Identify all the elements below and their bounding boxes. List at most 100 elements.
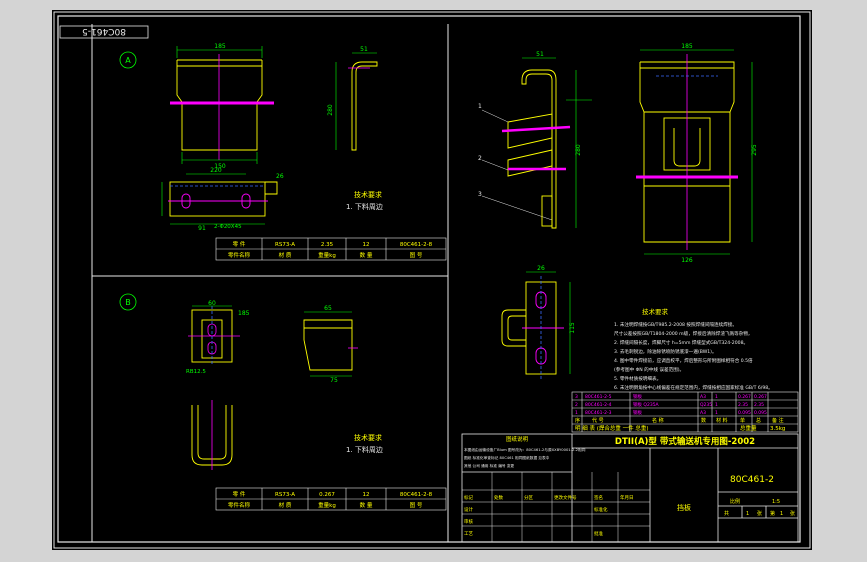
weight-line: 明 细 表 (焊合总重 一件 总重) xyxy=(575,424,649,432)
svg-text:2: 2 xyxy=(575,402,578,408)
view-b-req-title: 技术要求 xyxy=(354,433,382,442)
weight-value: 3.5kg xyxy=(770,426,785,432)
svg-text:1: 1 xyxy=(746,511,749,517)
drawing-number: 80C461-2 xyxy=(730,475,774,485)
svg-text:备 注: 备 注 xyxy=(772,417,784,424)
svg-text:12: 12 xyxy=(363,492,370,498)
svg-text:2.35: 2.35 xyxy=(754,402,764,408)
svg-text:单: 单 xyxy=(740,417,745,424)
svg-text:材 料: 材 料 xyxy=(716,417,728,424)
view-a-label: A xyxy=(125,56,131,65)
svg-text:Q235: Q235 xyxy=(700,402,712,408)
svg-text:0.095: 0.095 xyxy=(754,410,767,416)
part-name: 挡板 xyxy=(677,503,691,512)
drawing-canvas[interactable]: 80C461-5 A 185 150 51 280 220 91 2-Φ20X4… xyxy=(52,10,812,550)
svg-text:数 量: 数 量 xyxy=(360,501,373,509)
svg-text:5. 零件材质按明细表。: 5. 零件材质按明细表。 xyxy=(614,375,661,382)
svg-text:数 量: 数 量 xyxy=(360,251,373,259)
dim-b-top: 65 xyxy=(324,305,332,312)
svg-text:零件名称: 零件名称 xyxy=(228,501,251,509)
svg-text:张: 张 xyxy=(790,510,795,517)
svg-text:6. 未注明倒角按中心线偏差在规定范围内，焊缝按相应国家标准: 6. 未注明倒角按中心线偏差在规定范围内，焊缝按相应国家标准 GB/T 6/98… xyxy=(614,384,773,391)
svg-text:重量kg: 重量kg xyxy=(318,501,336,509)
svg-text:图 号: 图 号 xyxy=(410,501,423,509)
rotated-drawing-number: 80C461-5 xyxy=(59,25,149,39)
dim-a-height: 280 xyxy=(327,104,334,116)
leader-2: 2 xyxy=(478,155,482,162)
svg-text:钢板: 钢板 xyxy=(633,409,642,416)
svg-text:1: 1 xyxy=(715,394,718,400)
svg-text:零件名称: 零件名称 xyxy=(228,251,251,259)
svg-text:4. 图中零件焊接前，应调直校平，焊后整形与所附图样相符合: 4. 图中零件焊接前，应调直校平，焊后整形与所附图样相符合 0.5倍 xyxy=(614,357,753,364)
dim-a-plan: 91 xyxy=(198,225,206,232)
svg-text:共: 共 xyxy=(724,510,729,517)
dim-a-small: 26 xyxy=(276,173,284,180)
svg-text:总: 总 xyxy=(756,417,761,424)
svg-text:审核: 审核 xyxy=(464,518,473,525)
dim-right-width: 185 xyxy=(681,43,693,50)
svg-text:钢板 Q235A: 钢板 Q235A xyxy=(633,401,660,408)
dim-right-height: 280 xyxy=(575,144,582,156)
svg-text:代 号: 代 号 xyxy=(592,417,604,424)
drawing-title: DTII(A)型 带式输送机专用图-2002 xyxy=(615,436,755,447)
svg-text:图 号: 图 号 xyxy=(410,251,423,259)
svg-text:80C461-5: 80C461-5 xyxy=(82,26,126,36)
svg-text:序: 序 xyxy=(575,417,580,424)
svg-text:材 质: 材 质 xyxy=(279,251,292,259)
svg-text:更改文件号: 更改文件号 xyxy=(554,494,577,501)
technical-notes: 技术要求 1. 未注明焊缝按GB/T985.2-2008 按照焊缝间隔连续焊接。… xyxy=(614,307,773,391)
dim-right-bottom: 126 xyxy=(681,257,693,264)
svg-text:标记: 标记 xyxy=(464,494,473,501)
dim-top-width: 26 xyxy=(537,265,545,272)
cad-viewer: 80C461-5 A 185 150 51 280 220 91 2-Φ20X4… xyxy=(0,0,867,562)
svg-text:RS73-A: RS73-A xyxy=(275,492,295,498)
svg-text:标准化: 标准化 xyxy=(594,506,608,513)
dim-right-flange: 51 xyxy=(536,51,544,58)
svg-text:1: 1 xyxy=(715,402,718,408)
svg-text:RS73-A: RS73-A xyxy=(275,242,295,248)
leader-1: 1 xyxy=(478,103,482,110)
svg-text:1. 未注明焊缝按GB/T985.2-2008 按照焊缝间隔: 1. 未注明焊缝按GB/T985.2-2008 按照焊缝间隔连续焊接。 xyxy=(614,321,737,328)
svg-text:材 质: 材 质 xyxy=(279,501,292,509)
svg-text:名 称: 名 称 xyxy=(652,417,664,424)
svg-text:3. 去毛刺锐边，除油除锈喷防锈底漆一遍(BW1)。: 3. 去毛刺锐边，除油除锈喷防锈底漆一遍(BW1)。 xyxy=(614,348,717,355)
svg-text:0.267: 0.267 xyxy=(738,394,751,400)
svg-text:年月日: 年月日 xyxy=(620,494,634,501)
stamp-title: 图纸说明 xyxy=(506,435,529,443)
outer-border xyxy=(53,11,811,549)
svg-text:0.095: 0.095 xyxy=(738,410,751,416)
view-b-req-line: 1. 下料周边 xyxy=(346,445,383,454)
svg-text:批准: 批准 xyxy=(594,530,603,537)
svg-text:图纸 标准化审查标记 80C461 相同图纸数据 见表中: 图纸 标准化审查标记 80C461 相同图纸数据 见表中 xyxy=(464,455,550,460)
scale-label: 比例 xyxy=(730,498,740,505)
svg-text:1: 1 xyxy=(575,410,578,416)
inner-border xyxy=(57,15,801,543)
assembly-view: 51 280 1 2 3 185 126 295 26 115 xyxy=(478,43,758,380)
svg-text:工艺: 工艺 xyxy=(464,531,473,537)
title-block: DTII(A)型 带式输送机专用图-2002 80C461-2 挡板 比例 1:… xyxy=(461,433,799,543)
svg-text:2. 焊缝间隔长度，焊脚尺寸 h=5mm 焊缝型式GB/T3: 2. 焊缝间隔长度，焊脚尺寸 h=5mm 焊缝型式GB/T324-2008。 xyxy=(614,339,748,346)
svg-text:设计: 设计 xyxy=(464,506,473,513)
svg-text:0.267: 0.267 xyxy=(319,492,335,498)
svg-text:零 件: 零 件 xyxy=(233,490,246,498)
leader-3: 3 xyxy=(478,191,482,198)
svg-text:尺寸公差按照GB/T1804-2000 m级，焊接后清除焊渣: 尺寸公差按照GB/T1804-2000 m级，焊接后清除焊渣飞溅等杂物， xyxy=(614,330,753,337)
svg-text:3: 3 xyxy=(575,394,578,400)
svg-text:12: 12 xyxy=(363,242,370,248)
svg-text:80C461-2-5: 80C461-2-5 xyxy=(585,394,612,400)
svg-text:1: 1 xyxy=(780,511,783,517)
svg-text:钢板: 钢板 xyxy=(633,393,642,400)
dim-a-hole: 220 xyxy=(210,167,222,174)
svg-text:本图纸由运输设备厂Blum 图号改为：80C461-2与原X: 本图纸由运输设备厂Blum 图号改为：80C461-2与原XXBY0001-2-… xyxy=(464,447,586,452)
dim-a-width: 185 xyxy=(214,43,226,50)
dim-b-185: 185 xyxy=(238,310,250,317)
svg-text:张: 张 xyxy=(757,510,762,517)
svg-text:2.35: 2.35 xyxy=(738,402,748,408)
svg-text:0.267: 0.267 xyxy=(754,394,767,400)
scale-value: 1:5 xyxy=(772,499,780,505)
view-a-req-title: 技术要求 xyxy=(354,190,382,199)
view-b: B 60 185 RB12.5 65 75 技术要求 1. 下料周边 零 件 R… xyxy=(119,293,447,511)
svg-text:1: 1 xyxy=(715,410,718,416)
dim-a-slots: 2-Φ20X45 xyxy=(214,224,242,230)
dim-a-flange: 51 xyxy=(360,46,368,53)
